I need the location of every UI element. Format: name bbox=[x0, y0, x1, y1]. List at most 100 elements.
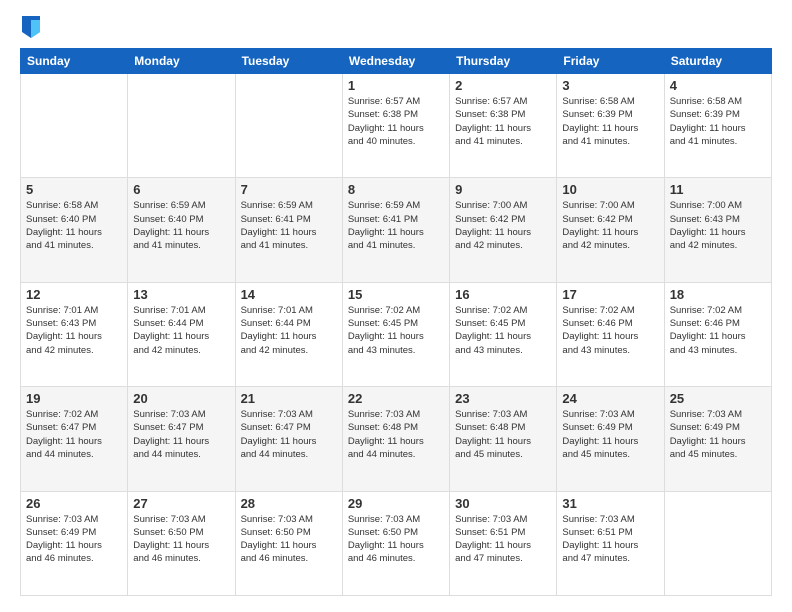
calendar-header-wednesday: Wednesday bbox=[342, 49, 449, 74]
day-number: 1 bbox=[348, 78, 444, 93]
calendar-cell: 26 Sunrise: 7:03 AM Sunset: 6:49 PM Dayli… bbox=[21, 491, 128, 595]
day-number: 12 bbox=[26, 287, 122, 302]
cell-info: Sunrise: 7:02 AM Sunset: 6:46 PM Dayligh… bbox=[670, 304, 766, 357]
cell-info: Sunrise: 7:03 AM Sunset: 6:49 PM Dayligh… bbox=[26, 513, 122, 566]
day-number: 29 bbox=[348, 496, 444, 511]
cell-info: Sunrise: 6:59 AM Sunset: 6:41 PM Dayligh… bbox=[241, 199, 337, 252]
day-number: 13 bbox=[133, 287, 229, 302]
day-number: 7 bbox=[241, 182, 337, 197]
day-number: 9 bbox=[455, 182, 551, 197]
calendar-cell: 2 Sunrise: 6:57 AM Sunset: 6:38 PM Daylig… bbox=[450, 74, 557, 178]
calendar-cell: 24 Sunrise: 7:03 AM Sunset: 6:49 PM Dayli… bbox=[557, 387, 664, 491]
logo-text bbox=[20, 16, 40, 38]
day-number: 22 bbox=[348, 391, 444, 406]
calendar-cell: 30 Sunrise: 7:03 AM Sunset: 6:51 PM Dayli… bbox=[450, 491, 557, 595]
logo bbox=[20, 16, 40, 38]
cell-info: Sunrise: 6:58 AM Sunset: 6:40 PM Dayligh… bbox=[26, 199, 122, 252]
day-number: 31 bbox=[562, 496, 658, 511]
cell-info: Sunrise: 7:03 AM Sunset: 6:51 PM Dayligh… bbox=[562, 513, 658, 566]
calendar-cell: 15 Sunrise: 7:02 AM Sunset: 6:45 PM Dayli… bbox=[342, 282, 449, 386]
cell-info: Sunrise: 6:58 AM Sunset: 6:39 PM Dayligh… bbox=[562, 95, 658, 148]
calendar-cell: 11 Sunrise: 7:00 AM Sunset: 6:43 PM Dayli… bbox=[664, 178, 771, 282]
cell-info: Sunrise: 7:03 AM Sunset: 6:48 PM Dayligh… bbox=[348, 408, 444, 461]
calendar-cell: 25Sunrise: 7:03 AM Sunset: 6:49 PM Dayli… bbox=[664, 387, 771, 491]
day-number: 27 bbox=[133, 496, 229, 511]
day-number: 3 bbox=[562, 78, 658, 93]
header bbox=[20, 16, 772, 38]
calendar-cell: 12 Sunrise: 7:01 AM Sunset: 6:43 PM Dayli… bbox=[21, 282, 128, 386]
calendar-header-row: SundayMondayTuesdayWednesdayThursdayFrid… bbox=[21, 49, 772, 74]
cell-info: Sunrise: 7:00 AM Sunset: 6:42 PM Dayligh… bbox=[455, 199, 551, 252]
calendar-cell bbox=[21, 74, 128, 178]
cell-info: Sunrise: 7:02 AM Sunset: 6:46 PM Dayligh… bbox=[562, 304, 658, 357]
calendar-header-saturday: Saturday bbox=[664, 49, 771, 74]
calendar-header-tuesday: Tuesday bbox=[235, 49, 342, 74]
calendar-week-3: 12 Sunrise: 7:01 AM Sunset: 6:43 PM Dayli… bbox=[21, 282, 772, 386]
day-number: 14 bbox=[241, 287, 337, 302]
cell-info: Sunrise: 6:57 AM Sunset: 6:38 PM Dayligh… bbox=[455, 95, 551, 148]
cell-info: Sunrise: 7:03 AM Sunset: 6:50 PM Dayligh… bbox=[348, 513, 444, 566]
day-number: 2 bbox=[455, 78, 551, 93]
calendar-cell: 6 Sunrise: 6:59 AM Sunset: 6:40 PM Daylig… bbox=[128, 178, 235, 282]
calendar-cell: 1 Sunrise: 6:57 AM Sunset: 6:38 PM Daylig… bbox=[342, 74, 449, 178]
cell-info: Sunrise: 6:59 AM Sunset: 6:40 PM Dayligh… bbox=[133, 199, 229, 252]
calendar-cell: 10 Sunrise: 7:00 AM Sunset: 6:42 PM Dayli… bbox=[557, 178, 664, 282]
day-number: 4 bbox=[670, 78, 766, 93]
cell-info: Sunrise: 7:02 AM Sunset: 6:47 PM Dayligh… bbox=[26, 408, 122, 461]
calendar-cell: 29 Sunrise: 7:03 AM Sunset: 6:50 PM Dayli… bbox=[342, 491, 449, 595]
page: SundayMondayTuesdayWednesdayThursdayFrid… bbox=[0, 0, 792, 612]
day-number: 26 bbox=[26, 496, 122, 511]
cell-info: Sunrise: 7:01 AM Sunset: 6:44 PM Dayligh… bbox=[133, 304, 229, 357]
day-number: 11 bbox=[670, 182, 766, 197]
cell-info: Sunrise: 7:01 AM Sunset: 6:44 PM Dayligh… bbox=[241, 304, 337, 357]
calendar-cell: 14 Sunrise: 7:01 AM Sunset: 6:44 PM Dayli… bbox=[235, 282, 342, 386]
day-number: 16 bbox=[455, 287, 551, 302]
calendar-cell: 3 Sunrise: 6:58 AM Sunset: 6:39 PM Daylig… bbox=[557, 74, 664, 178]
calendar-cell: 4 Sunrise: 6:58 AM Sunset: 6:39 PM Daylig… bbox=[664, 74, 771, 178]
cell-info: Sunrise: 7:03 AM Sunset: 6:47 PM Dayligh… bbox=[241, 408, 337, 461]
calendar-header-monday: Monday bbox=[128, 49, 235, 74]
cell-info: Sunrise: 6:57 AM Sunset: 6:38 PM Dayligh… bbox=[348, 95, 444, 148]
day-number: 28 bbox=[241, 496, 337, 511]
calendar-cell: 22 Sunrise: 7:03 AM Sunset: 6:48 PM Dayli… bbox=[342, 387, 449, 491]
cell-info: Sunrise: 7:03 AM Sunset: 6:47 PM Dayligh… bbox=[133, 408, 229, 461]
calendar-cell: 27Sunrise: 7:03 AM Sunset: 6:50 PM Dayli… bbox=[128, 491, 235, 595]
cell-info: Sunrise: 6:59 AM Sunset: 6:41 PM Dayligh… bbox=[348, 199, 444, 252]
calendar-cell: 7 Sunrise: 6:59 AM Sunset: 6:41 PM Daylig… bbox=[235, 178, 342, 282]
day-number: 20 bbox=[133, 391, 229, 406]
calendar-cell: 19Sunrise: 7:02 AM Sunset: 6:47 PM Dayli… bbox=[21, 387, 128, 491]
day-number: 30 bbox=[455, 496, 551, 511]
cell-info: Sunrise: 7:01 AM Sunset: 6:43 PM Dayligh… bbox=[26, 304, 122, 357]
calendar-cell: 17 Sunrise: 7:02 AM Sunset: 6:46 PM Dayli… bbox=[557, 282, 664, 386]
day-number: 18 bbox=[670, 287, 766, 302]
cell-info: Sunrise: 7:03 AM Sunset: 6:50 PM Dayligh… bbox=[241, 513, 337, 566]
cell-info: Sunrise: 7:03 AM Sunset: 6:49 PM Dayligh… bbox=[562, 408, 658, 461]
calendar-cell: 18 Sunrise: 7:02 AM Sunset: 6:46 PM Dayli… bbox=[664, 282, 771, 386]
day-number: 17 bbox=[562, 287, 658, 302]
day-number: 21 bbox=[241, 391, 337, 406]
calendar-cell: 23Sunrise: 7:03 AM Sunset: 6:48 PM Dayli… bbox=[450, 387, 557, 491]
calendar-cell: 21 Sunrise: 7:03 AM Sunset: 6:47 PM Dayli… bbox=[235, 387, 342, 491]
calendar-week-5: 26 Sunrise: 7:03 AM Sunset: 6:49 PM Dayli… bbox=[21, 491, 772, 595]
cell-info: Sunrise: 7:00 AM Sunset: 6:42 PM Dayligh… bbox=[562, 199, 658, 252]
calendar-cell: 28 Sunrise: 7:03 AM Sunset: 6:50 PM Dayli… bbox=[235, 491, 342, 595]
calendar-cell bbox=[664, 491, 771, 595]
cell-info: Sunrise: 7:03 AM Sunset: 6:51 PM Dayligh… bbox=[455, 513, 551, 566]
calendar-cell: 9 Sunrise: 7:00 AM Sunset: 6:42 PM Daylig… bbox=[450, 178, 557, 282]
day-number: 15 bbox=[348, 287, 444, 302]
day-number: 25 bbox=[670, 391, 766, 406]
cell-info: Sunrise: 7:00 AM Sunset: 6:43 PM Dayligh… bbox=[670, 199, 766, 252]
day-number: 6 bbox=[133, 182, 229, 197]
cell-info: Sunrise: 6:58 AM Sunset: 6:39 PM Dayligh… bbox=[670, 95, 766, 148]
calendar-header-thursday: Thursday bbox=[450, 49, 557, 74]
calendar-week-4: 19Sunrise: 7:02 AM Sunset: 6:47 PM Dayli… bbox=[21, 387, 772, 491]
calendar-cell: 13 Sunrise: 7:01 AM Sunset: 6:44 PM Dayli… bbox=[128, 282, 235, 386]
calendar-cell: 5Sunrise: 6:58 AM Sunset: 6:40 PM Daylig… bbox=[21, 178, 128, 282]
cell-info: Sunrise: 7:03 AM Sunset: 6:48 PM Dayligh… bbox=[455, 408, 551, 461]
calendar-cell: 16Sunrise: 7:02 AM Sunset: 6:45 PM Dayli… bbox=[450, 282, 557, 386]
cell-info: Sunrise: 7:02 AM Sunset: 6:45 PM Dayligh… bbox=[348, 304, 444, 357]
calendar-week-1: 1 Sunrise: 6:57 AM Sunset: 6:38 PM Daylig… bbox=[21, 74, 772, 178]
calendar-header-sunday: Sunday bbox=[21, 49, 128, 74]
day-number: 10 bbox=[562, 182, 658, 197]
day-number: 24 bbox=[562, 391, 658, 406]
